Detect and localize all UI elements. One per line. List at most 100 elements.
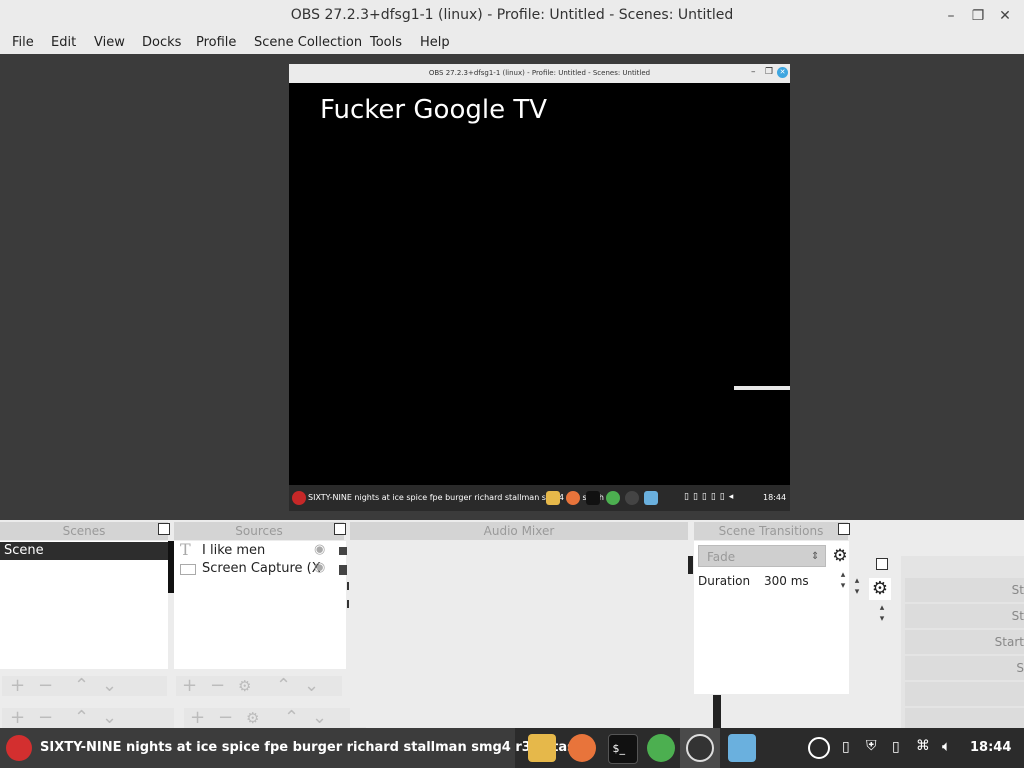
settings-button[interactable]	[905, 682, 1024, 706]
sources-controls: + − ⚙ ⌃ ⌄	[176, 676, 342, 696]
source-name: I like men	[202, 543, 266, 558]
nested-bird-icon	[292, 491, 306, 505]
transition-gear-icon[interactable]: ⚙	[831, 545, 849, 567]
remove-source-icon[interactable]: −	[210, 676, 225, 696]
lock-icon[interactable]	[339, 565, 347, 575]
nested-terminal-icon	[586, 491, 600, 505]
updates-tray-icon[interactable]: ▯	[892, 739, 900, 755]
obs-tray-icon[interactable]	[808, 737, 830, 759]
nested-app-icon	[644, 491, 658, 505]
start-streaming-button[interactable]: St	[905, 578, 1024, 602]
visibility-eye-icon[interactable]: ◉	[314, 542, 325, 557]
shield-tray-icon[interactable]: ⛨	[866, 738, 877, 754]
controls-spinner[interactable]: ▴ ▾	[849, 576, 865, 598]
scenes-controls-ghost: + − ⌃ ⌄	[2, 708, 174, 728]
angry-bird-icon	[6, 735, 32, 761]
nested-minimize-icon: –	[751, 67, 756, 77]
sources-dock-header: Sources	[174, 522, 344, 540]
terminal-icon[interactable]: $_	[608, 734, 638, 764]
nested-firefox-icon	[566, 491, 580, 505]
add-scene-ghost-icon: +	[10, 707, 26, 728]
duration-input[interactable]: 300 ms	[760, 570, 842, 592]
sources-controls-ghost: + − ⚙ ⌃ ⌄	[184, 708, 366, 728]
network-tray-icon[interactable]: ⌘	[916, 738, 930, 754]
gear-ghost-icon: ⚙	[246, 709, 260, 727]
menu-tools[interactable]: Tools	[370, 35, 402, 50]
transition-select[interactable]: Fade ⇕	[698, 545, 826, 567]
add-source-icon[interactable]: +	[182, 676, 197, 696]
menu-help[interactable]: Help	[420, 35, 450, 50]
controls-undock-icon[interactable]	[876, 558, 888, 570]
audio-mixer-dock-header: Audio Mixer	[350, 522, 688, 540]
mixer-scrollbar[interactable]	[688, 556, 693, 574]
text-source-icon: T	[180, 540, 191, 559]
scene-item[interactable]: Scene	[0, 542, 168, 560]
sources-scroll-mark	[347, 582, 349, 590]
nested-close-icon: ✕	[777, 67, 788, 78]
obs-icon	[686, 734, 714, 762]
move-scene-up-icon[interactable]: ⌃	[74, 676, 89, 696]
menu-profile[interactable]: Profile	[196, 35, 236, 50]
volume-tray-icon[interactable]: 🔈︎	[942, 737, 951, 755]
transition-select-value: Fade	[707, 550, 736, 564]
scenes-dock-header: Scenes	[0, 522, 168, 540]
source-row[interactable]: T I like men ◉	[176, 540, 336, 560]
nested-folder-icon	[546, 491, 560, 505]
nested-window-titlebar: OBS 27.2.3+dfsg1-1 (linux) - Profile: Un…	[289, 64, 790, 83]
move-source-up-icon[interactable]: ⌃	[276, 676, 291, 696]
firefox-icon[interactable]	[568, 734, 596, 762]
duration-label: Duration	[698, 574, 751, 588]
menu-scene-collection[interactable]: Scene Collection	[254, 35, 362, 50]
preview-text-source: Fucker Google TV	[320, 95, 548, 125]
transitions-undock-icon[interactable]	[838, 523, 850, 535]
preview-white-line	[734, 386, 790, 390]
clock[interactable]: 18:44	[970, 740, 1011, 755]
nested-maximize-icon: ❐	[765, 67, 774, 77]
active-window-title: SIXTY-NINE nights at ice spice fpe burge…	[40, 740, 585, 755]
chrome-icon[interactable]	[647, 734, 675, 762]
window-title: OBS 27.2.3+dfsg1-1 (linux) - Profile: Un…	[290, 7, 734, 23]
start-virtual-camera-button[interactable]: Start	[905, 630, 1024, 654]
close-icon[interactable]: ✕	[995, 6, 1015, 26]
menu-bar: File Edit View Docks Profile Scene Colle…	[0, 32, 1024, 54]
preview-canvas[interactable]	[289, 64, 790, 511]
menu-view[interactable]: View	[94, 35, 125, 50]
source-row[interactable]: Screen Capture (X ◉	[176, 560, 336, 578]
start-recording-button[interactable]: St	[905, 604, 1024, 628]
visibility-eye-icon[interactable]: ◉	[314, 560, 325, 575]
add-scene-icon[interactable]: +	[10, 676, 25, 696]
clipboard-tray-icon[interactable]: ▯	[842, 739, 850, 755]
window-titlebar: OBS 27.2.3+dfsg1-1 (linux) - Profile: Un…	[0, 0, 1024, 32]
scenes-undock-icon[interactable]	[158, 523, 170, 535]
move-scene-down-icon[interactable]: ⌄	[102, 676, 117, 696]
lock-icon[interactable]	[339, 547, 347, 555]
nested-clock: 18:44	[763, 493, 787, 502]
monitor-source-icon	[180, 564, 196, 575]
sources-undock-icon[interactable]	[334, 523, 346, 535]
nested-taskbar: SIXTY-NINE nights at ice spice fpe burge…	[289, 485, 790, 511]
move-source-down-icon[interactable]: ⌄	[304, 676, 319, 696]
nested-tray-icons: ▯▯▯▯▯◂	[684, 492, 738, 502]
menu-docks[interactable]: Docks	[142, 35, 181, 50]
menu-edit[interactable]: Edit	[51, 35, 76, 50]
settings-gear-icon[interactable]: ⚙	[869, 578, 891, 600]
nested-window-title: OBS 27.2.3+dfsg1-1 (linux) - Profile: Un…	[428, 69, 651, 77]
studio-mode-button[interactable]: S	[905, 656, 1024, 680]
sources-scroll-mark	[347, 600, 349, 608]
remove-scene-icon[interactable]: −	[38, 676, 53, 696]
app-icon[interactable]	[728, 734, 756, 762]
maximize-icon[interactable]: ❐	[968, 6, 988, 26]
source-properties-gear-icon[interactable]: ⚙	[238, 676, 251, 696]
minimize-icon[interactable]: –	[941, 6, 961, 26]
duration-spinner[interactable]: ▴ ▾	[837, 570, 849, 592]
menu-file[interactable]: File	[12, 35, 34, 50]
down-ghost-icon: ⌄	[102, 707, 118, 728]
files-folder-icon[interactable]	[528, 734, 556, 762]
nested-chrome-icon	[606, 491, 620, 505]
scenes-list[interactable]: Scene	[0, 541, 168, 669]
remove-scene-ghost-icon: −	[38, 707, 54, 728]
controls-spinner-2[interactable]: ▴ ▾	[875, 603, 889, 625]
source-name: Screen Capture (X	[202, 561, 321, 576]
chevron-updown-icon: ⇕	[811, 551, 820, 562]
scenes-controls: + − ⌃ ⌄	[2, 676, 167, 696]
